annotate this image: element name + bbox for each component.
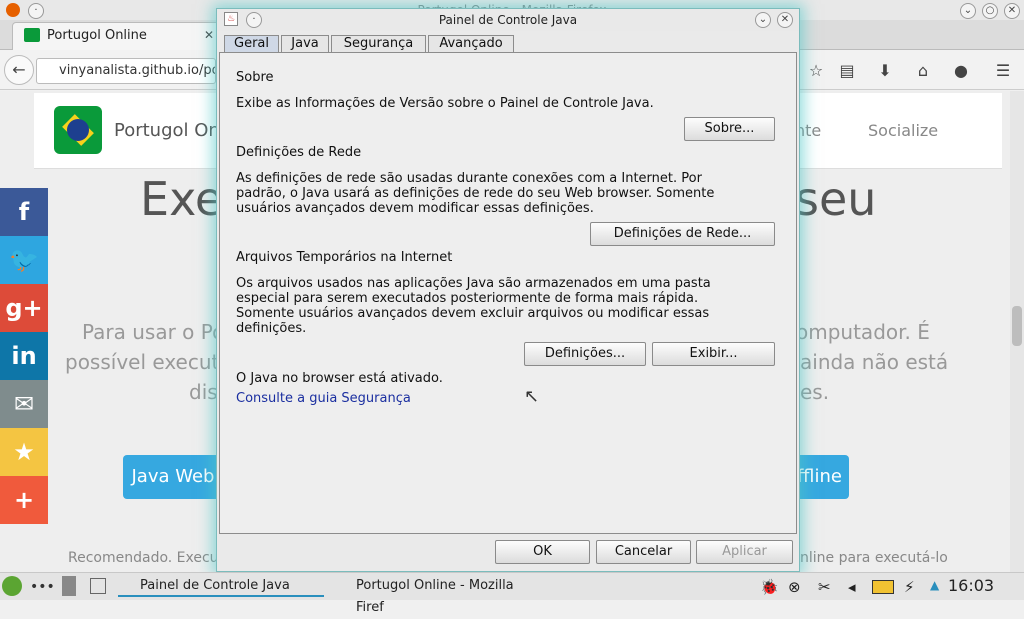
mouse-cursor-icon: ↖	[524, 386, 540, 407]
dialog-close-icon[interactable]: ✕	[777, 12, 793, 28]
url-text: vinyanalista.github.io/por	[59, 63, 216, 78]
browser-tab[interactable]: Portugol Online	[12, 22, 222, 50]
temp-description-4: definições.	[236, 321, 307, 336]
maximize-icon[interactable]: ○	[982, 3, 998, 19]
intro-text-right-3: es.	[800, 380, 830, 404]
temp-description-2: especial para serem executados posterior…	[236, 291, 699, 306]
firefox-icon	[6, 3, 20, 17]
window-menu-icon[interactable]: ·	[28, 3, 44, 19]
temp-settings-button[interactable]: Definições...	[524, 342, 646, 366]
minimize-icon[interactable]: ⌄	[960, 3, 976, 19]
security-tab-link[interactable]: Consulte a guia Segurança	[236, 391, 411, 406]
volume-icon[interactable]: ◂	[848, 578, 856, 596]
favorite-icon[interactable]: ★	[0, 428, 48, 476]
hero-title-right: seu	[795, 172, 877, 226]
section-heading-sobre: Sobre	[236, 70, 274, 85]
intro-text-left-1: Para usar o Po	[82, 320, 225, 344]
task-firefox-label: Portugol Online - Mozilla Firef	[356, 578, 514, 615]
ok-button[interactable]: OK	[495, 540, 590, 564]
intro-text-left-3: dis	[189, 380, 218, 404]
tab-java[interactable]: Java	[281, 35, 329, 53]
nav-link-socialize[interactable]: Socialize	[868, 121, 938, 140]
tray-expand-icon[interactable]: ▲	[930, 578, 939, 592]
network-settings-button[interactable]: Definições de Rede...	[590, 222, 775, 246]
sobre-description: Exibe as Informações de Versão sobre o P…	[236, 96, 654, 111]
chat-icon[interactable]: ●	[950, 60, 972, 82]
facebook-icon[interactable]: f	[0, 188, 48, 236]
section-heading-temp: Arquivos Temporários na Internet	[236, 250, 453, 265]
rede-description-1: As definições de rede são usadas durante…	[236, 171, 702, 186]
apply-button[interactable]: Aplicar	[696, 540, 793, 564]
sobre-button[interactable]: Sobre...	[684, 117, 775, 141]
reading-list-icon[interactable]: ▤	[836, 60, 858, 82]
tray-close-icon[interactable]: ⊗	[788, 578, 801, 596]
dialog-minimize-icon[interactable]: ⌄	[755, 12, 771, 28]
bookmark-star-icon[interactable]: ☆	[805, 60, 827, 82]
task-java-control-panel[interactable]: Painel de Controle Java	[118, 575, 324, 597]
footnote-right: nline para executá-lo	[800, 550, 948, 566]
temp-description-3: Somente usuários avançados devem excluir…	[236, 306, 710, 321]
temp-view-button[interactable]: Exibir...	[652, 342, 775, 366]
brazil-flag-logo	[54, 106, 102, 154]
tab-close-icon[interactable]: ✕	[204, 28, 214, 42]
rede-description-2: padrão, o Java usará as definições de re…	[236, 186, 715, 201]
java-web-button[interactable]: Java Web	[123, 455, 223, 499]
site-title: Portugol Onli	[114, 120, 230, 141]
cancel-button[interactable]: Cancelar	[596, 540, 691, 564]
tab-avancado[interactable]: Avançado	[428, 35, 514, 53]
temp-description-1: Os arquivos usados nas aplicações Java s…	[236, 276, 711, 291]
dialog-menu-icon[interactable]: ·	[246, 12, 262, 28]
tab-seguranca[interactable]: Segurança	[331, 35, 426, 53]
java-icon: ♨	[224, 12, 238, 26]
linkedin-icon[interactable]: in	[0, 332, 48, 380]
section-heading-rede: Definições de Rede	[236, 145, 362, 160]
twitter-icon[interactable]: 🐦	[0, 236, 48, 284]
intro-text-right-1: omputador. É	[796, 320, 930, 344]
tab-favicon-icon	[24, 28, 40, 42]
close-icon[interactable]: ✕	[1004, 3, 1020, 19]
more-icon[interactable]: •••	[30, 579, 55, 595]
intro-text-right-2: ainda não está	[800, 350, 949, 374]
tab-geral[interactable]: Geral	[224, 35, 279, 53]
menu-icon[interactable]: ☰	[992, 60, 1014, 82]
more-icon[interactable]: +	[0, 476, 48, 524]
network-icon[interactable]: ⚡	[904, 578, 915, 596]
task-firefox[interactable]: Portugol Online - Mozilla Firef	[334, 575, 540, 615]
intro-text-left-2: possível execut	[65, 350, 220, 374]
url-input[interactable]: vinyanalista.github.io/por	[36, 58, 216, 84]
home-icon[interactable]: ⌂	[912, 60, 934, 82]
tray-bug-icon[interactable]: 🐞	[760, 578, 779, 596]
hero-title-left: Exe	[140, 172, 224, 226]
file-manager-icon[interactable]	[90, 578, 106, 594]
rede-description-3: usuários avançados devem modificar essas…	[236, 201, 594, 216]
dialog-title: Painel de Controle Java	[217, 9, 799, 31]
scrollbar-thumb[interactable]	[1012, 306, 1022, 346]
email-icon[interactable]: ✉	[0, 380, 48, 428]
java-status-text: O Java no browser está ativado.	[236, 371, 443, 386]
task-java-label: Painel de Controle Java	[140, 578, 290, 593]
download-icon[interactable]: ⬇	[874, 60, 896, 82]
show-desktop-icon[interactable]	[62, 576, 76, 596]
footnote-left: Recomendado. Executa	[68, 550, 233, 566]
google-plus-icon[interactable]: g+	[0, 284, 48, 332]
back-button[interactable]: ←	[4, 55, 34, 85]
tab-title: Portugol Online	[47, 28, 147, 43]
clock[interactable]: 16:03	[948, 576, 994, 595]
start-menu-icon[interactable]	[2, 576, 22, 596]
battery-icon[interactable]	[872, 580, 894, 594]
tray-scissors-icon[interactable]: ✂	[818, 578, 831, 596]
